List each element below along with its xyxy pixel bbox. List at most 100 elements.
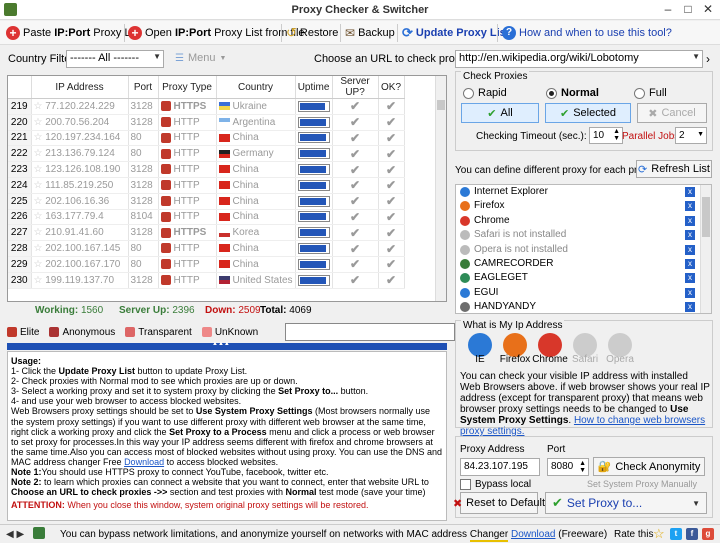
- working-count: Working: 1560: [35, 305, 103, 316]
- timeout-stepper[interactable]: 10 ▲ ▼: [589, 127, 623, 144]
- table-row[interactable]: 223 ☆ 123.126.108.190 3128 HTTP China ✔ ✔: [8, 161, 405, 178]
- remove-process-icon[interactable]: x: [685, 287, 695, 298]
- remove-process-icon[interactable]: x: [685, 230, 695, 241]
- process-item[interactable]: Safari is not installed x: [456, 228, 711, 242]
- table-row[interactable]: 222 ☆ 213.136.79.124 80 HTTP Germany ✔ ✔: [8, 145, 405, 163]
- footer-download-link[interactable]: Download: [511, 529, 555, 540]
- process-item[interactable]: EGUI x: [456, 286, 711, 300]
- panel-splitter[interactable]: ▲▲▲: [7, 341, 447, 350]
- refresh-list-button[interactable]: ⟳ Refresh List: [636, 160, 712, 178]
- star-icon[interactable]: ☆: [34, 117, 43, 128]
- url-select[interactable]: http://en.wikipedia.org/wiki/Lobotomy ▼: [455, 50, 703, 68]
- check-all-button[interactable]: ✔ All: [461, 103, 539, 123]
- open-proxy-list-button[interactable]: + Open IP:Port Proxy List from file: [128, 24, 305, 42]
- mode-full[interactable]: Full: [634, 87, 667, 99]
- star-icon[interactable]: ☆: [34, 101, 43, 112]
- table-row[interactable]: 227 ☆ 210.91.41.60 3128 HTTPS Korea ✔ ✔: [8, 224, 405, 242]
- remove-process-icon[interactable]: x: [685, 244, 695, 255]
- flag-icon: [218, 102, 230, 111]
- star-icon[interactable]: ☆: [34, 164, 43, 175]
- process-icon: [460, 302, 470, 313]
- process-item[interactable]: EAGLEGET x: [456, 271, 711, 285]
- column-header-type[interactable]: Proxy Type: [158, 76, 217, 99]
- process-item[interactable]: HANDYANDY x: [456, 300, 711, 313]
- star-icon[interactable]: ☆: [34, 211, 43, 222]
- proxy-search-input[interactable]: [285, 323, 455, 341]
- google-plus-icon[interactable]: g: [702, 528, 714, 540]
- country-filter-select[interactable]: ------- All ------- ▼: [66, 50, 164, 68]
- set-proxy-button[interactable]: ✔ Set Proxy to... ▼: [545, 492, 707, 514]
- star-icon[interactable]: ☆: [34, 259, 43, 270]
- scrollbar-thumb[interactable]: [702, 197, 710, 237]
- table-row[interactable]: 228 ☆ 202.100.167.145 80 HTTP China ✔ ✔: [8, 240, 405, 257]
- table-row[interactable]: 219 ☆ 77.120.224.229 3128 HTTPS Ukraine ✔ ✔: [8, 98, 405, 115]
- star-icon[interactable]: ☆: [34, 148, 43, 159]
- table-row[interactable]: 221 ☆ 120.197.234.164 80 HTTP China ✔ ✔: [8, 130, 405, 147]
- plus-icon: +: [128, 26, 142, 40]
- column-header-server-up[interactable]: Server UP?: [332, 76, 379, 99]
- process-item[interactable]: Firefox x: [456, 199, 711, 213]
- column-header-port[interactable]: Port: [128, 76, 159, 99]
- remove-process-icon[interactable]: x: [685, 201, 695, 212]
- proxy-type-icon: [160, 275, 171, 286]
- star-icon[interactable]: ☆: [34, 275, 43, 286]
- paste-proxy-list-button[interactable]: + Paste IP:Port Proxy List: [6, 24, 142, 42]
- howto-link[interactable]: ? How and when to use this tool?: [502, 24, 672, 42]
- process-item[interactable]: CAMRECORDER x: [456, 257, 711, 271]
- column-header-ip[interactable]: IP Address: [31, 76, 129, 99]
- star-icon[interactable]: ☆: [34, 180, 43, 191]
- set-proxy-manually-link[interactable]: Set System Proxy Manually: [587, 479, 697, 489]
- table-row[interactable]: 229 ☆ 202.100.167.170 80 HTTP China ✔ ✔: [8, 256, 405, 273]
- reset-default-button[interactable]: ✖ Reset to Default: [453, 492, 545, 514]
- close-icon[interactable]: ✕: [700, 2, 716, 16]
- menu-button[interactable]: ☰ Menu ▼: [175, 52, 226, 64]
- remove-process-icon[interactable]: x: [685, 302, 695, 313]
- column-header-ok[interactable]: OK?: [378, 76, 405, 99]
- twitter-icon[interactable]: t: [670, 528, 682, 540]
- star-icon[interactable]: ☆: [34, 227, 43, 238]
- play-icon[interactable]: ◀ ▶: [6, 529, 24, 540]
- table-row[interactable]: 225 ☆ 202.106.16.36 3128 HTTP China ✔ ✔: [8, 193, 405, 210]
- remove-process-icon[interactable]: x: [685, 187, 695, 197]
- go-icon[interactable]: ›: [706, 52, 710, 66]
- process-list-scrollbar[interactable]: [700, 185, 711, 313]
- usage-paragraph: Web Browsers proxy settings should be se…: [11, 406, 443, 467]
- port-stepper[interactable]: 8080 ▲ ▼: [547, 458, 589, 476]
- restore-button[interactable]: ↺ Restore: [286, 24, 338, 42]
- minimize-icon[interactable]: –: [660, 2, 676, 16]
- table-row[interactable]: 226 ☆ 163.177.79.4 8104 HTTP China ✔ ✔: [8, 209, 405, 226]
- mode-normal[interactable]: Normal: [546, 87, 599, 99]
- table-row[interactable]: 230 ☆ 199.119.137.70 3128 HTTP United States…: [8, 272, 405, 289]
- remove-process-icon[interactable]: x: [685, 258, 695, 269]
- backup-button[interactable]: ✉ Backup: [345, 24, 395, 42]
- facebook-icon[interactable]: f: [686, 528, 698, 540]
- process-item[interactable]: Opera is not installed x: [456, 243, 711, 257]
- jobs-select[interactable]: 2 ▼: [675, 127, 707, 144]
- check-selected-button[interactable]: ✔ Selected: [545, 103, 631, 123]
- remove-process-icon[interactable]: x: [685, 215, 695, 226]
- star-icon[interactable]: ☆: [34, 196, 43, 207]
- process-item[interactable]: Internet Explorer x: [456, 185, 711, 199]
- proxy-address-input[interactable]: 84.23.107.195: [460, 458, 540, 476]
- star-icon[interactable]: ☆: [34, 132, 43, 143]
- process-item[interactable]: Chrome x: [456, 214, 711, 228]
- mode-rapid[interactable]: Rapid: [463, 87, 507, 99]
- check-anonymity-button[interactable]: 🔐 Check Anonymity: [593, 457, 705, 476]
- row-number: 229: [8, 256, 32, 273]
- table-row[interactable]: 224 ☆ 111.85.219.250 3128 HTTP China ✔ ✔: [8, 177, 405, 194]
- toolbar-separator: [497, 24, 498, 42]
- bypass-local-checkbox[interactable]: Bypass local: [460, 479, 531, 490]
- column-header-uptime[interactable]: Uptime: [295, 76, 333, 99]
- proxy-type-icon: [160, 243, 171, 254]
- update-proxy-list-button[interactable]: ⟳ Update Proxy List: [402, 24, 509, 42]
- column-header-country[interactable]: Country: [216, 76, 296, 99]
- star-icon[interactable]: ☆: [34, 243, 43, 254]
- scrollbar-thumb[interactable]: [437, 100, 445, 110]
- table-row[interactable]: 220 ☆ 200.70.56.204 3128 HTTP Argentina ✔ ✔: [8, 114, 405, 131]
- remove-process-icon[interactable]: x: [685, 273, 695, 284]
- maximize-icon[interactable]: □: [680, 2, 696, 16]
- cancel-check-button[interactable]: ✖ Cancel: [637, 103, 707, 123]
- download-link[interactable]: Download: [124, 457, 164, 467]
- star-icon[interactable]: ☆: [653, 526, 665, 542]
- table-scrollbar[interactable]: [435, 76, 446, 301]
